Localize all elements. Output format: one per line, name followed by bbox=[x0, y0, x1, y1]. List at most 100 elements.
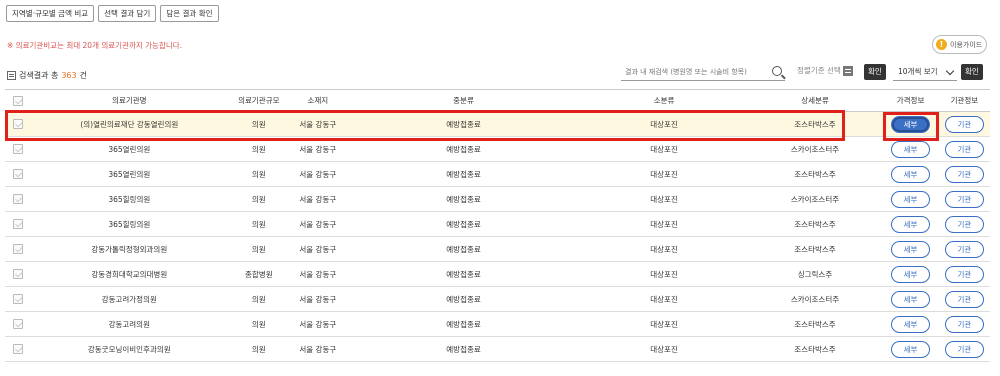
row-name: 강동굿모닝이비인후과의원 bbox=[30, 336, 229, 362]
result-count-value: 363 bbox=[61, 71, 77, 80]
row-location: 서울 강동구 bbox=[289, 211, 347, 237]
table-row: 365힐링의원 의원 서울 강동구 예방접종료 대상포진 스카이조스터주 세부 … bbox=[5, 186, 990, 212]
header-name: 의료기관명 bbox=[30, 89, 229, 112]
header-size: 의료기관규모 bbox=[228, 89, 290, 112]
row-name: 강동경희대학교의대병원 bbox=[30, 261, 229, 287]
row-small-category: 대상포진 bbox=[580, 236, 748, 262]
row-detail-category: 조스타박스주 bbox=[747, 111, 883, 137]
row-mid-category: 예방접종료 bbox=[346, 186, 581, 212]
row-size: 의원 bbox=[228, 336, 290, 362]
table-row: 강동고려가정의원 의원 서울 강동구 예방접종료 대상포진 스카이조스터주 세부… bbox=[5, 286, 990, 312]
row-size: 의원 bbox=[228, 161, 290, 187]
detail-button[interactable]: 세부 bbox=[891, 315, 931, 333]
row-detail-category: 조스타박스주 bbox=[747, 336, 883, 362]
row-mid-category: 예방접종료 bbox=[346, 136, 581, 162]
header-select-all[interactable] bbox=[5, 89, 31, 112]
select-all-checkbox[interactable] bbox=[12, 95, 23, 106]
detail-button[interactable]: 세부 bbox=[891, 115, 931, 133]
row-detail-category: 스카이조스터주 bbox=[747, 136, 883, 162]
row-checkbox[interactable] bbox=[12, 319, 23, 329]
org-button[interactable]: 기관 bbox=[944, 265, 984, 283]
row-mid-category: 예방접종료 bbox=[346, 261, 581, 287]
row-checkbox[interactable] bbox=[12, 169, 23, 179]
row-checkbox[interactable] bbox=[12, 194, 23, 204]
add-selected-button[interactable]: 선택 결과 담기 bbox=[98, 5, 157, 22]
org-button[interactable]: 기관 bbox=[944, 115, 984, 133]
row-checkbox[interactable] bbox=[12, 269, 23, 279]
chevron-down-icon bbox=[945, 66, 955, 76]
sort-confirm-button[interactable]: 확인 bbox=[864, 64, 886, 80]
row-size: 의원 bbox=[228, 286, 290, 312]
page-size-label: 10개씩 보기 bbox=[898, 67, 938, 76]
row-location: 서울 강동구 bbox=[289, 161, 347, 187]
row-name: 강동가톨릭정형외과의원 bbox=[30, 236, 229, 262]
detail-button[interactable]: 세부 bbox=[891, 290, 931, 308]
row-small-category: 대상포진 bbox=[580, 286, 748, 312]
org-button[interactable]: 기관 bbox=[944, 240, 984, 258]
org-button[interactable]: 기관 bbox=[944, 290, 984, 308]
row-checkbox[interactable] bbox=[12, 144, 23, 154]
table-row: 강동가톨릭정형외과의원 의원 서울 강동구 예방접종료 대상포진 조스타박스주 … bbox=[5, 236, 990, 262]
detail-button[interactable]: 세부 bbox=[891, 340, 931, 358]
row-location: 서울 강동구 bbox=[289, 311, 347, 337]
page-size-select[interactable]: 10개씩 보기 bbox=[893, 63, 957, 81]
row-checkbox[interactable] bbox=[12, 219, 23, 229]
row-size: 의원 bbox=[228, 236, 290, 262]
row-name: 365힐링의원 bbox=[30, 211, 229, 237]
search-icon[interactable] bbox=[772, 66, 782, 76]
row-small-category: 대상포진 bbox=[580, 311, 748, 337]
sort-select[interactable]: 정렬기준 선택 bbox=[797, 65, 853, 76]
detail-button[interactable]: 세부 bbox=[891, 240, 931, 258]
row-mid-category: 예방접종료 bbox=[346, 161, 581, 187]
sort-icon bbox=[842, 65, 853, 76]
row-mid-category: 예방접종료 bbox=[346, 336, 581, 362]
compare-button[interactable]: 지역별·규모별 금액 비교 bbox=[6, 5, 95, 22]
row-checkbox[interactable] bbox=[12, 119, 23, 129]
guide-button[interactable]: ! 이용가이드 bbox=[932, 35, 987, 54]
row-name: 365열린의원 bbox=[30, 161, 229, 187]
row-detail-category: 조스타박스주 bbox=[747, 311, 883, 337]
row-checkbox[interactable] bbox=[12, 244, 23, 254]
row-location: 서울 강동구 bbox=[289, 286, 347, 312]
header-mid-category: 중분류 bbox=[346, 89, 581, 112]
row-detail-category: 조스타박스주 bbox=[747, 161, 883, 187]
search-box bbox=[621, 63, 785, 81]
row-detail-category: 스카이조스터주 bbox=[747, 286, 883, 312]
header-detail-category: 상세분류 bbox=[747, 89, 883, 112]
detail-button[interactable]: 세부 bbox=[891, 190, 931, 208]
search-input[interactable] bbox=[621, 63, 766, 80]
row-small-category: 대상포진 bbox=[580, 161, 748, 187]
row-checkbox[interactable] bbox=[12, 344, 23, 354]
row-name: 365열린의원 bbox=[30, 136, 229, 162]
sort-label: 정렬기준 선택 bbox=[797, 66, 841, 75]
detail-button[interactable]: 세부 bbox=[891, 265, 931, 283]
header-org-info: 기관정보 bbox=[938, 89, 990, 112]
row-size: 종합병원 bbox=[228, 261, 290, 287]
row-mid-category: 예방접종료 bbox=[346, 286, 581, 312]
page-size-confirm-button[interactable]: 확인 bbox=[961, 64, 983, 80]
top-toolbar: 지역별·규모별 금액 비교 선택 결과 담기 담은 결과 확인 bbox=[6, 5, 219, 22]
detail-button[interactable]: 세부 bbox=[891, 165, 931, 183]
row-small-category: 대상포진 bbox=[580, 211, 748, 237]
exclamation-icon: ! bbox=[936, 39, 947, 50]
org-button[interactable]: 기관 bbox=[944, 215, 984, 233]
results-table: 의료기관명 의료기관규모 소재지 중분류 소분류 상세분류 가격정보 기관정보 … bbox=[5, 89, 990, 362]
row-size: 의원 bbox=[228, 311, 290, 337]
header-small-category: 소분류 bbox=[580, 89, 748, 112]
detail-button[interactable]: 세부 bbox=[891, 140, 931, 158]
org-button[interactable]: 기관 bbox=[944, 140, 984, 158]
org-button[interactable]: 기관 bbox=[944, 315, 984, 333]
row-checkbox[interactable] bbox=[12, 294, 23, 304]
detail-button[interactable]: 세부 bbox=[891, 215, 931, 233]
row-size: 의원 bbox=[228, 186, 290, 212]
result-prefix: 검색결과 총 bbox=[19, 71, 59, 80]
view-saved-button[interactable]: 담은 결과 확인 bbox=[160, 5, 219, 22]
row-location: 서울 강동구 bbox=[289, 186, 347, 212]
table-row: 강동굿모닝이비인후과의원 의원 서울 강동구 예방접종료 대상포진 조스타박스주… bbox=[5, 336, 990, 362]
row-size: 의원 bbox=[228, 136, 290, 162]
row-name: 365힐링의원 bbox=[30, 186, 229, 212]
org-button[interactable]: 기관 bbox=[944, 340, 984, 358]
org-button[interactable]: 기관 bbox=[944, 165, 984, 183]
org-button[interactable]: 기관 bbox=[944, 190, 984, 208]
row-size: 의원 bbox=[228, 211, 290, 237]
